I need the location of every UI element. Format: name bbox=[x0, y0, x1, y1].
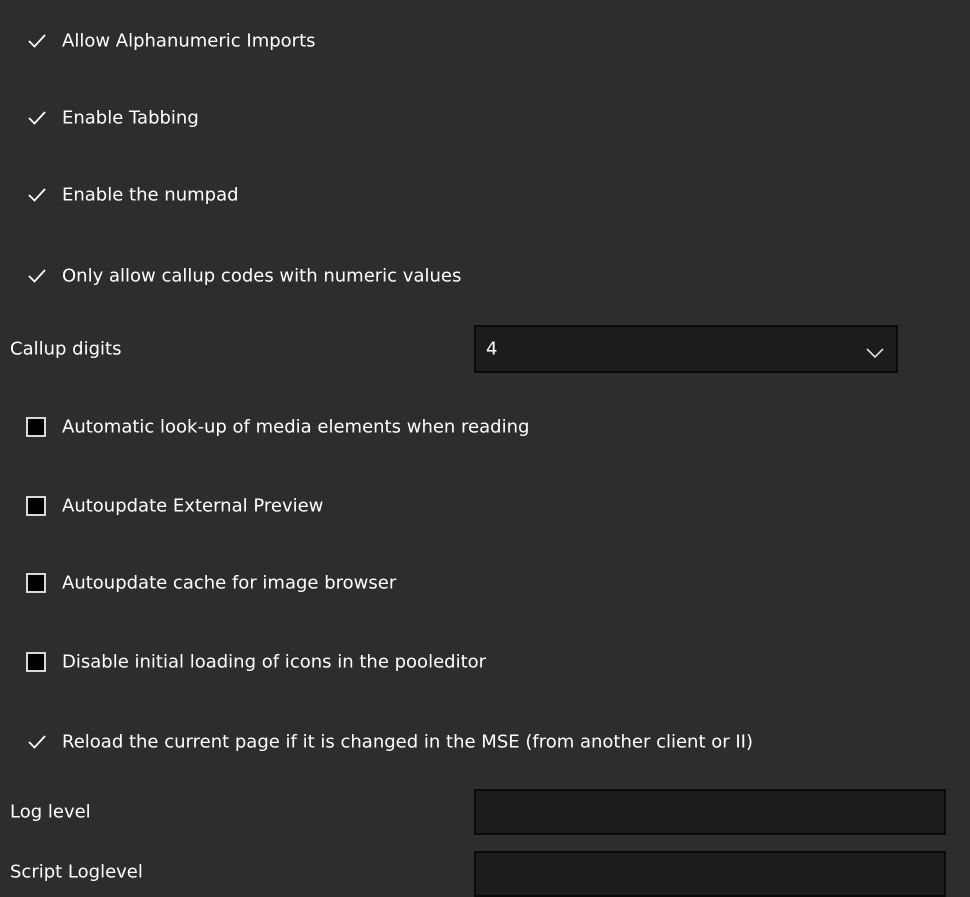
checkmark-icon[interactable] bbox=[26, 731, 48, 753]
option-autoupdate-external-preview[interactable]: Autoupdate External Preview bbox=[0, 486, 970, 526]
settings-panel: Allow Alphanumeric Imports Enable Tabbin… bbox=[0, 0, 970, 897]
option-label: Disable initial loading of icons in the … bbox=[62, 651, 487, 673]
chevron-down-icon[interactable] bbox=[866, 343, 884, 359]
callup-digits-select[interactable]: 4 bbox=[474, 325, 898, 373]
option-label: Reload the current page if it is changed… bbox=[62, 731, 754, 753]
option-numeric-callup-codes[interactable]: Only allow callup codes with numeric val… bbox=[0, 256, 970, 296]
option-automatic-media-lookup[interactable]: Automatic look-up of media elements when… bbox=[0, 407, 970, 447]
checkmark-icon[interactable] bbox=[26, 265, 48, 287]
script-loglevel-input[interactable] bbox=[474, 851, 946, 897]
checkbox-unchecked[interactable] bbox=[26, 652, 46, 672]
option-label: Autoupdate External Preview bbox=[62, 495, 324, 517]
checkbox-unchecked[interactable] bbox=[26, 496, 46, 516]
checkmark-icon[interactable] bbox=[26, 30, 48, 52]
option-label: Allow Alphanumeric Imports bbox=[62, 30, 316, 52]
callup-digits-label: Callup digits bbox=[10, 338, 122, 360]
option-label: Autoupdate cache for image browser bbox=[62, 572, 397, 594]
option-enable-tabbing[interactable]: Enable Tabbing bbox=[0, 98, 970, 138]
option-enable-numpad[interactable]: Enable the numpad bbox=[0, 175, 970, 215]
option-reload-current-page[interactable]: Reload the current page if it is changed… bbox=[0, 722, 970, 762]
option-allow-alphanumeric-imports[interactable]: Allow Alphanumeric Imports bbox=[0, 21, 970, 61]
checkbox-unchecked[interactable] bbox=[26, 417, 46, 437]
script-loglevel-label: Script Loglevel bbox=[10, 861, 143, 883]
checkmark-icon[interactable] bbox=[26, 107, 48, 129]
log-level-label: Log level bbox=[10, 801, 91, 823]
callup-digits-value: 4 bbox=[486, 338, 498, 360]
option-label: Automatic look-up of media elements when… bbox=[62, 416, 530, 438]
log-level-input[interactable] bbox=[474, 789, 946, 835]
option-label: Only allow callup codes with numeric val… bbox=[62, 265, 462, 287]
checkmark-icon[interactable] bbox=[26, 184, 48, 206]
option-label: Enable the numpad bbox=[62, 184, 239, 206]
option-label: Enable Tabbing bbox=[62, 107, 199, 129]
option-disable-initial-icon-loading[interactable]: Disable initial loading of icons in the … bbox=[0, 642, 970, 682]
checkbox-unchecked[interactable] bbox=[26, 573, 46, 593]
option-autoupdate-image-cache[interactable]: Autoupdate cache for image browser bbox=[0, 563, 970, 603]
